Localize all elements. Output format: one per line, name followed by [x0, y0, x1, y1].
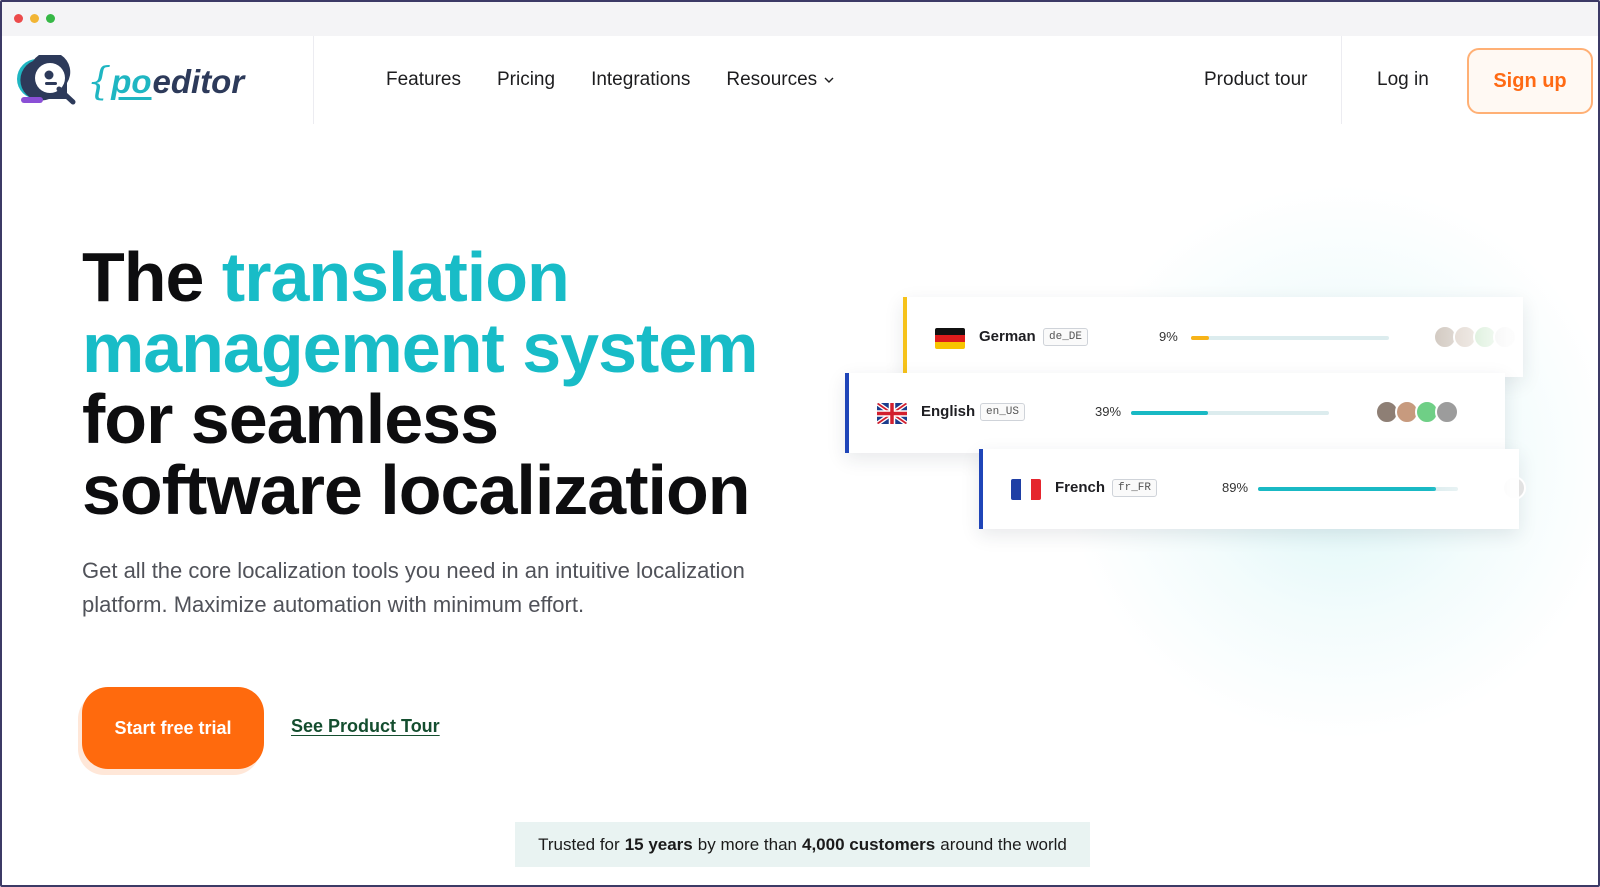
- progress-track: [1191, 336, 1389, 340]
- germany-flag-icon: [935, 328, 965, 349]
- poeditor-mascot-icon: [15, 51, 77, 105]
- language-code: de_DE: [1043, 328, 1089, 346]
- maximize-window-button[interactable]: [46, 14, 55, 23]
- language-name: German: [979, 328, 1036, 345]
- product-tour-link[interactable]: Product tour: [1204, 36, 1308, 124]
- logo-wordmark: { po editor: [87, 59, 244, 103]
- logo-brace: {: [87, 59, 112, 103]
- language-code: fr_FR: [1112, 479, 1158, 497]
- progress-fill: [1131, 411, 1209, 415]
- progress-percent: 39%: [1095, 404, 1122, 419]
- language-name: English: [921, 403, 976, 420]
- see-product-tour-link[interactable]: See Product Tour: [291, 716, 440, 737]
- progress-percent: 89%: [1222, 480, 1249, 495]
- hero-title: The translation management system for se…: [82, 242, 822, 526]
- uk-flag-icon: [877, 403, 907, 424]
- close-window-button[interactable]: [14, 14, 23, 23]
- progress-track: [1258, 487, 1458, 491]
- nav-resources[interactable]: Resources: [726, 69, 835, 91]
- progress-percent: 9%: [1159, 329, 1178, 344]
- card-fade: [1429, 449, 1519, 529]
- language-code: en_US: [980, 403, 1026, 421]
- france-flag-icon: [1011, 479, 1041, 500]
- start-free-trial-button[interactable]: Start free trial: [82, 687, 264, 769]
- login-link[interactable]: Log in: [1377, 36, 1429, 124]
- language-name: French: [1055, 479, 1106, 496]
- chevron-down-icon: [824, 77, 834, 83]
- nav-integrations[interactable]: Integrations: [591, 69, 690, 91]
- hero-subtitle-line: platform. Maximize automation with minim…: [82, 592, 585, 617]
- poeditor-logo[interactable]: { po editor: [15, 51, 244, 105]
- minimize-window-button[interactable]: [30, 14, 39, 23]
- nav-pricing[interactable]: Pricing: [497, 69, 555, 91]
- trust-years: 15 years: [624, 834, 693, 854]
- header-divider: [313, 36, 314, 124]
- hero-title-part: for seamless: [82, 380, 499, 458]
- progress-track: [1131, 411, 1329, 415]
- card-accent-bar: [903, 297, 907, 377]
- hero-title-accent: management system: [82, 309, 759, 387]
- header-divider: [1341, 36, 1342, 124]
- language-card-english: English en_US 39%: [845, 373, 1505, 453]
- logo-editor: editor: [152, 62, 245, 100]
- hero-subtitle: Get all the core localization tools you …: [82, 554, 802, 622]
- hero-title-accent: translation: [221, 238, 570, 316]
- trust-suffix: around the world: [940, 834, 1067, 854]
- hero-title-part: The: [82, 238, 222, 316]
- site-header: { po editor Features Pricing Integration…: [2, 36, 1598, 124]
- language-card-german: German de_DE 9%: [903, 297, 1523, 377]
- nav-features[interactable]: Features: [386, 69, 461, 91]
- browser-window: { po editor Features Pricing Integration…: [0, 0, 1600, 887]
- trust-banner: Trusted for 15 years by more than 4,000 …: [515, 822, 1090, 867]
- progress-fill: [1191, 336, 1209, 340]
- logo-po: po: [111, 62, 152, 100]
- main-nav: Features Pricing Integrations Resources: [386, 36, 835, 124]
- trust-middle: by more than: [697, 834, 797, 854]
- hero-subtitle-line: Get all the core localization tools you …: [82, 558, 745, 583]
- signup-button[interactable]: Sign up: [1467, 48, 1593, 114]
- translator-avatar: [1435, 400, 1459, 424]
- card-accent-bar: [845, 373, 849, 453]
- window-titlebar: [2, 2, 1598, 36]
- card-accent-bar: [979, 449, 983, 529]
- trust-customers: 4,000 customers: [802, 834, 936, 854]
- trust-prefix: Trusted for: [538, 834, 620, 854]
- progress-fill: [1258, 487, 1436, 491]
- card-fade: [1383, 297, 1523, 377]
- nav-resources-label: Resources: [726, 69, 818, 90]
- hero-title-part: software localization: [82, 451, 750, 529]
- language-card-french: French fr_FR 89%: [979, 449, 1526, 529]
